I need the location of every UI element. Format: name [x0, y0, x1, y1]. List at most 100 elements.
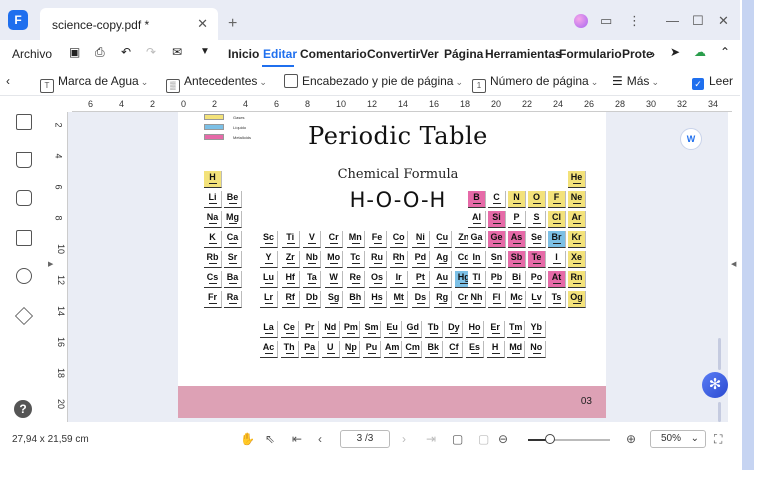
background-button[interactable]: ▒ Antecedentes ⌄: [166, 74, 267, 93]
element-cell[interactable]: Ca: [224, 231, 242, 248]
element-cell[interactable]: Rn: [568, 271, 586, 288]
element-cell[interactable]: Zr: [281, 251, 300, 268]
element-cell[interactable]: P: [508, 211, 526, 228]
element-cell[interactable]: Pu: [363, 341, 381, 358]
element-cell[interactable]: Al: [468, 211, 486, 228]
message-icon[interactable]: ▭: [600, 13, 612, 29]
element-cell[interactable]: Pb: [488, 271, 506, 288]
previous-page-icon[interactable]: ‹: [318, 432, 322, 446]
element-cell[interactable]: Rg: [433, 291, 452, 308]
element-cell[interactable]: Ba: [224, 271, 242, 288]
element-cell[interactable]: Mc: [508, 291, 526, 308]
element-cell[interactable]: Fl: [488, 291, 506, 308]
undo-icon[interactable]: ↶: [121, 45, 131, 59]
element-cell[interactable]: Cf: [445, 341, 464, 358]
element-cell[interactable]: Kr: [568, 231, 586, 248]
zoom-out-icon[interactable]: ⊖: [498, 432, 508, 446]
first-page-icon[interactable]: ⇤: [292, 432, 302, 446]
close-tab-icon[interactable]: ✕: [197, 16, 208, 32]
element-cell[interactable]: W: [325, 271, 344, 288]
element-cell[interactable]: Th: [280, 341, 299, 358]
element-cell[interactable]: I: [548, 251, 566, 268]
element-cell[interactable]: Eu: [383, 321, 402, 338]
element-cell[interactable]: Cs: [204, 271, 222, 288]
element-cell[interactable]: Db: [303, 291, 322, 308]
element-cell[interactable]: Ra: [224, 291, 242, 308]
menu-pagina[interactable]: Página: [444, 47, 483, 61]
element-cell[interactable]: Cr: [325, 231, 344, 248]
zoom-slider-handle[interactable]: [545, 434, 556, 444]
quick-access-dropdown-icon[interactable]: ▼: [200, 46, 210, 57]
more-button[interactable]: ☰ Más ⌄: [612, 74, 659, 88]
menu-proteger[interactable]: Prote: [622, 47, 653, 61]
element-cell[interactable]: O: [528, 191, 546, 208]
element-cell[interactable]: Nh: [468, 291, 486, 308]
zoom-in-icon[interactable]: ⊕: [626, 432, 636, 446]
pdf-page[interactable]: Gases Líquido Metalloids Periodic Table …: [178, 112, 606, 418]
element-cell[interactable]: Ag: [433, 251, 452, 268]
element-cell[interactable]: Rb: [204, 251, 222, 268]
element-cell[interactable]: Hf: [281, 271, 300, 288]
more-options-icon[interactable]: ⋮: [628, 13, 641, 29]
collapse-ribbon-icon[interactable]: ⌃: [720, 45, 730, 59]
vertical-scrollbar[interactable]: [718, 338, 721, 370]
element-cell[interactable]: Lu: [260, 271, 278, 288]
element-cell[interactable]: Rf: [281, 291, 300, 308]
send-icon[interactable]: ➤: [670, 45, 680, 59]
element-cell[interactable]: Sg: [325, 291, 344, 308]
hand-tool-icon[interactable]: ✋: [240, 432, 255, 446]
element-cell[interactable]: Hs: [368, 291, 387, 308]
element-cell[interactable]: C: [488, 191, 506, 208]
element-cell[interactable]: Fe: [368, 231, 387, 248]
element-cell[interactable]: Mn: [346, 231, 365, 248]
user-avatar[interactable]: [574, 14, 588, 28]
attachment-icon[interactable]: [16, 230, 32, 246]
element-cell[interactable]: Tm: [507, 321, 526, 338]
menu-ver[interactable]: Ver: [420, 47, 439, 61]
element-cell[interactable]: Mt: [390, 291, 409, 308]
element-cell[interactable]: Lv: [528, 291, 546, 308]
save-icon[interactable]: ▣: [69, 45, 80, 59]
read-toggle[interactable]: ✓ Leer: [692, 74, 733, 90]
element-cell[interactable]: V: [303, 231, 322, 248]
comment-icon[interactable]: [16, 190, 32, 206]
minimize-icon[interactable]: —: [666, 13, 679, 28]
element-cell[interactable]: Ho: [466, 321, 484, 338]
menu-inicio[interactable]: Inicio: [228, 47, 259, 61]
element-cell[interactable]: Tb: [424, 321, 443, 338]
element-cell[interactable]: Gd: [404, 321, 423, 338]
element-cell[interactable]: Nb: [303, 251, 322, 268]
element-cell[interactable]: Au: [433, 271, 452, 288]
element-cell[interactable]: Li: [204, 191, 222, 208]
redo-icon[interactable]: ↷: [146, 45, 156, 59]
element-cell[interactable]: Ds: [411, 291, 430, 308]
element-cell[interactable]: Bk: [424, 341, 443, 358]
element-cell[interactable]: Ne: [568, 191, 586, 208]
zoom-slider-track[interactable]: [528, 439, 610, 441]
zoom-level-select[interactable]: 50% ⌄: [650, 430, 706, 448]
element-cell[interactable]: Sr: [224, 251, 242, 268]
element-cell[interactable]: F: [548, 191, 566, 208]
expand-sidebar-icon[interactable]: ▶: [48, 260, 53, 268]
expand-right-panel-icon[interactable]: ◀: [731, 260, 736, 268]
new-tab-icon[interactable]: +: [228, 15, 237, 33]
element-cell[interactable]: Pd: [411, 251, 430, 268]
watermark-button[interactable]: T Marca de Agua ⌄: [40, 74, 148, 93]
element-cell[interactable]: Y: [260, 251, 278, 268]
element-cell[interactable]: Og: [568, 291, 586, 308]
menu-formulario[interactable]: Formulario: [559, 47, 622, 61]
element-cell[interactable]: Ts: [548, 291, 566, 308]
element-cell[interactable]: Ti: [281, 231, 300, 248]
element-cell[interactable]: Re: [346, 271, 365, 288]
page-indicator-input[interactable]: 3 /3: [340, 430, 390, 448]
element-cell[interactable]: Po: [528, 271, 546, 288]
element-cell[interactable]: Pa: [301, 341, 320, 358]
element-cell[interactable]: Lr: [260, 291, 278, 308]
element-cell[interactable]: Ni: [411, 231, 430, 248]
fullscreen-icon[interactable]: ⛶: [714, 432, 722, 447]
element-cell[interactable]: Tl: [468, 271, 486, 288]
element-cell[interactable]: B: [468, 191, 486, 208]
element-cell[interactable]: N: [508, 191, 526, 208]
window-scrollbar[interactable]: [742, 0, 754, 470]
element-cell[interactable]: Xe: [568, 251, 586, 268]
